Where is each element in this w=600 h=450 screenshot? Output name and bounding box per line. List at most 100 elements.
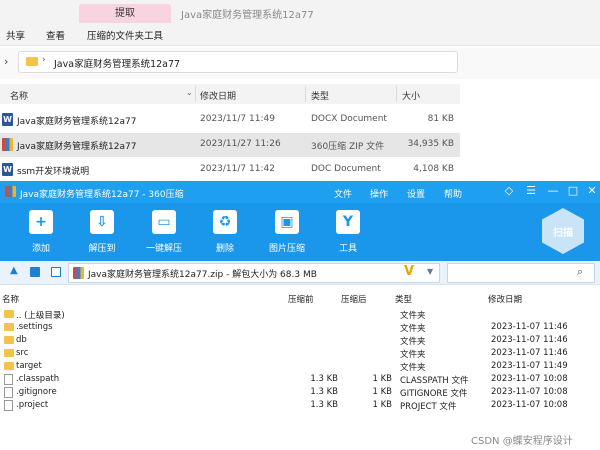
file-row[interactable]: W ssm开发环境说明 2023/11/7 11:42 DOC Document… bbox=[0, 158, 460, 182]
up-arrow-icon[interactable]: ▲ bbox=[10, 265, 18, 276]
sort-caret-icon: ⌄ bbox=[186, 88, 193, 97]
delete-button[interactable]: ♻ 删除 bbox=[196, 206, 254, 260]
zip-search-input[interactable] bbox=[447, 263, 595, 283]
zip-list-item[interactable]: target 文件夹 2023-11-07 11:49 bbox=[0, 360, 600, 373]
menu-help[interactable]: 帮助 bbox=[444, 187, 462, 200]
zip-column-type[interactable]: 类型 bbox=[395, 293, 412, 305]
zip-column-before[interactable]: 压缩前 bbox=[288, 293, 314, 305]
zip-item-name: db bbox=[16, 335, 27, 345]
close-icon[interactable]: ✕ bbox=[585, 184, 599, 197]
zip-item-after: 1 KB bbox=[372, 374, 392, 384]
ribbon-tab-view[interactable]: 查看 bbox=[46, 28, 65, 42]
zip-item-date: 2023-11-07 11:46 bbox=[491, 335, 568, 345]
zip-item-type: CLASSPATH 文件 bbox=[400, 376, 469, 386]
delete-label: 删除 bbox=[215, 244, 234, 254]
chevron-right-icon[interactable]: › bbox=[42, 55, 46, 65]
ribbon-tab-share[interactable]: 共享 bbox=[6, 28, 25, 42]
scan-label: 扫描 bbox=[553, 228, 573, 239]
add-button[interactable]: + 添加 bbox=[12, 206, 70, 260]
file-row[interactable]: Java家庭财务管理系统12a77 2023/11/27 11:26 360压缩… bbox=[0, 133, 460, 157]
extract-tab[interactable]: 提取 bbox=[79, 4, 171, 23]
file-date: 2023/11/27 11:26 bbox=[200, 139, 281, 149]
file-icon bbox=[4, 374, 13, 385]
menu-action[interactable]: 操作 bbox=[370, 187, 388, 200]
zip-list-item[interactable]: src 文件夹 2023-11-07 11:46 bbox=[0, 347, 600, 360]
zip-list-item[interactable]: db 文件夹 2023-11-07 11:46 bbox=[0, 334, 600, 347]
column-name[interactable]: 名称 bbox=[10, 89, 28, 102]
zip-list-item[interactable]: .classpath 1.3 KB 1 KB CLASSPATH 文件 2023… bbox=[0, 373, 600, 386]
zip-item-type: GITIGNORE 文件 bbox=[400, 389, 468, 399]
zip-window-title: Java家庭财务管理系统12a77 - 360压缩 bbox=[20, 190, 184, 200]
menu-file[interactable]: 文件 bbox=[334, 187, 352, 200]
grid-view-icon[interactable] bbox=[51, 267, 61, 277]
zip-item-type: 文件夹 bbox=[400, 324, 426, 334]
zip-path-text[interactable]: Java家庭财务管理系统12a77.zip - 解包大小为 68.3 MB bbox=[88, 267, 317, 280]
zip-item-name: .gitignore bbox=[16, 387, 57, 397]
skin-icon[interactable]: ◇ bbox=[502, 184, 516, 197]
zip-column-date[interactable]: 修改日期 bbox=[488, 293, 522, 305]
word-icon: W bbox=[2, 113, 13, 126]
folder-icon bbox=[4, 362, 14, 370]
image-compress-button[interactable]: ▣ 图片压缩 bbox=[258, 206, 316, 260]
zip-item-date: 2023-11-07 11:46 bbox=[491, 348, 568, 358]
zip-item-date: 2023-11-07 10:08 bbox=[491, 374, 568, 384]
menu-icon[interactable]: ☰ bbox=[524, 184, 538, 197]
zip-column-name[interactable]: 名称 bbox=[2, 293, 19, 305]
recycle-icon: ♻ bbox=[213, 210, 237, 234]
zip-item-type: 文件夹 bbox=[400, 337, 426, 347]
zip-item-date: 2023-11-07 10:08 bbox=[491, 387, 568, 397]
file-size: 34,935 KB bbox=[407, 139, 454, 149]
zip-column-after[interactable]: 压缩后 bbox=[341, 293, 367, 305]
file-type: DOC Document bbox=[311, 164, 381, 174]
zip-list-item[interactable]: .project 1.3 KB 1 KB PROJECT 文件 2023-11-… bbox=[0, 399, 600, 412]
file-size: 4,108 KB bbox=[413, 164, 454, 174]
file-name: Java家庭财务管理系统12a77 bbox=[17, 117, 137, 127]
zip-item-type: 文件夹 bbox=[400, 363, 426, 373]
minimize-icon[interactable]: — bbox=[546, 184, 560, 197]
folder-icon bbox=[26, 57, 38, 66]
file-icon bbox=[4, 400, 13, 411]
zip-item-date: 2023-11-07 11:49 bbox=[491, 361, 568, 371]
file-date: 2023/11/7 11:42 bbox=[200, 164, 275, 174]
file-name: ssm开发环境说明 bbox=[17, 167, 90, 177]
column-size[interactable]: 大小 bbox=[402, 89, 420, 102]
zip-list-item[interactable]: .settings 文件夹 2023-11-07 11:46 bbox=[0, 321, 600, 334]
one-click-extract-label: 一键解压 bbox=[145, 244, 182, 254]
file-row[interactable]: W Java家庭财务管理系统12a77 2023/11/7 11:49 DOCX… bbox=[0, 108, 460, 132]
folder-icon bbox=[4, 349, 14, 357]
maximize-icon[interactable]: □ bbox=[566, 184, 580, 197]
column-divider[interactable] bbox=[195, 86, 196, 102]
tools-button[interactable]: Y 工具 bbox=[319, 206, 377, 260]
folder-icon bbox=[4, 310, 14, 318]
word-icon: W bbox=[2, 163, 13, 176]
list-view-icon[interactable] bbox=[30, 267, 40, 277]
file-icon bbox=[4, 387, 13, 398]
ribbon-tab-zip-tools[interactable]: 压缩的文件夹工具 bbox=[87, 28, 163, 42]
zip-list-item[interactable]: .gitignore 1.3 KB 1 KB GITIGNORE 文件 2023… bbox=[0, 386, 600, 399]
column-divider[interactable] bbox=[305, 86, 306, 102]
column-divider[interactable] bbox=[396, 86, 397, 102]
explorer-window-title: Java家庭财务管理系统12a77 bbox=[181, 10, 314, 21]
zip-file-icon bbox=[73, 267, 84, 279]
extract-to-button[interactable]: ⇩ 解压到 bbox=[73, 206, 131, 260]
column-date[interactable]: 修改日期 bbox=[200, 89, 236, 102]
zip-list-item[interactable]: .. (上级目录) 文件夹 bbox=[0, 308, 600, 321]
scan-button[interactable]: 扫描 bbox=[538, 206, 588, 256]
nav-arrow-icon[interactable]: › bbox=[4, 55, 8, 68]
image-compress-icon: ▣ bbox=[275, 210, 299, 234]
menu-settings[interactable]: 设置 bbox=[407, 187, 425, 200]
zip-app-icon bbox=[5, 186, 16, 197]
chevron-down-icon[interactable]: ▼ bbox=[427, 267, 433, 276]
watermark: CSDN @蝶安程序设计 bbox=[471, 436, 573, 447]
file-name: Java家庭财务管理系统12a77 bbox=[17, 142, 137, 152]
search-icon[interactable]: ⌕ bbox=[577, 265, 583, 279]
column-type[interactable]: 类型 bbox=[311, 89, 329, 102]
address-path[interactable]: Java家庭财务管理系统12a77 bbox=[54, 56, 180, 70]
one-click-extract-icon: ▭ bbox=[152, 210, 176, 234]
one-click-extract-button[interactable]: ▭ 一键解压 bbox=[135, 206, 193, 260]
zip-item-name: .classpath bbox=[16, 374, 60, 384]
extract-to-label: 解压到 bbox=[88, 244, 116, 254]
verified-check-icon[interactable]: V bbox=[404, 264, 414, 279]
zip-item-after: 1 KB bbox=[372, 400, 392, 410]
zip-item-name: .project bbox=[16, 400, 49, 410]
